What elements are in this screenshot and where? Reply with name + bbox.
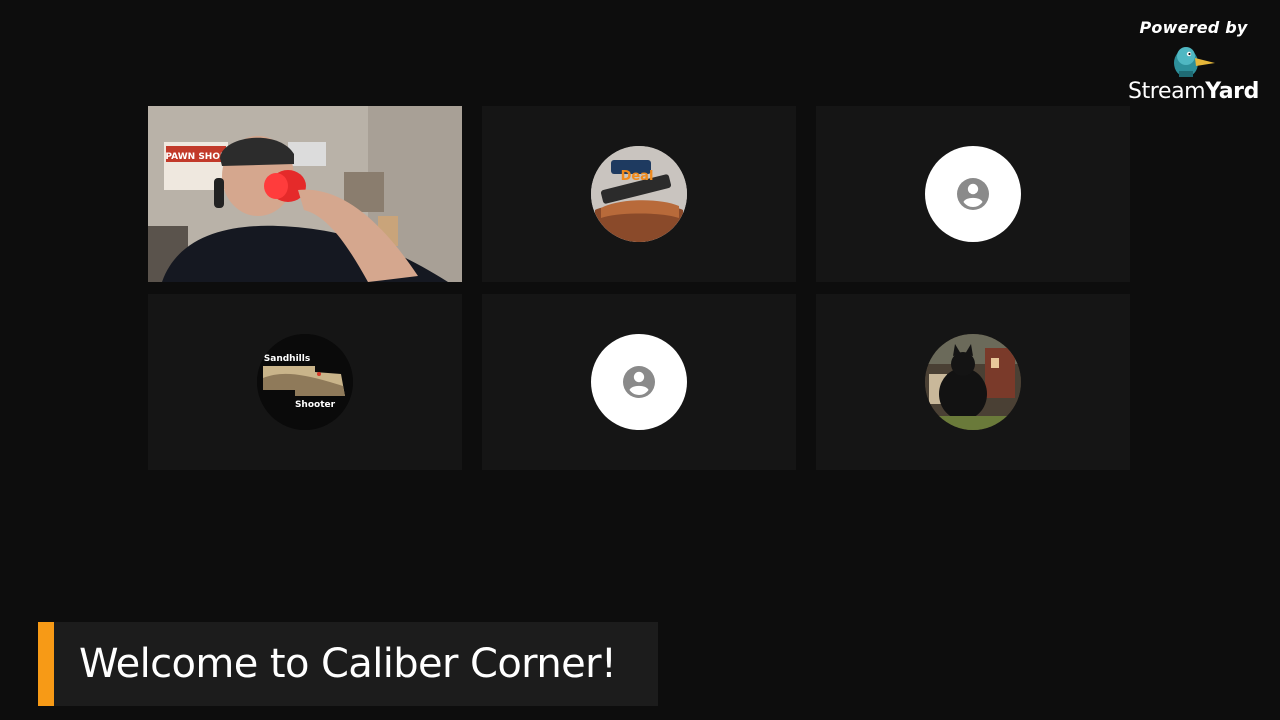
cat-photo-avatar [925,334,1021,430]
stream-stage: Powered by StreamYard PAWN SHOP Deal San… [0,0,1280,720]
streamyard-wordmark: StreamYard [1128,79,1259,104]
logo-line-1: Sandhills [264,354,310,364]
poster-text: PAWN SHOP [165,152,227,162]
powered-by-label: Powered by [1139,18,1248,37]
default-avatar [591,334,687,430]
webcam-video: PAWN SHOP [148,106,462,282]
logo-line-2: Shooter [295,400,336,410]
banner-text: Welcome to Caliber Corner! [79,641,617,687]
person-icon [623,366,655,398]
nebraska-map-avatar: Sandhills Shooter [257,334,353,430]
channel-logo-avatar: Deal [591,146,687,242]
participant-tile-2[interactable]: Deal [482,106,796,282]
banner-accent-bar [38,622,54,706]
participant-tile-video[interactable]: PAWN SHOP [148,106,462,282]
participant-tile-6[interactable] [816,294,1130,470]
duck-logo-icon [1173,47,1215,77]
svg-text:Deal: Deal [621,169,654,184]
participant-tile-4[interactable]: Sandhills Shooter [148,294,462,470]
welcome-banner: Welcome to Caliber Corner! [38,622,658,706]
default-avatar [925,146,1021,242]
streamyard-branding: Powered by StreamYard [1121,18,1266,104]
person-icon [957,178,989,210]
participant-tile-3[interactable] [816,106,1130,282]
participant-tile-5[interactable] [482,294,796,470]
